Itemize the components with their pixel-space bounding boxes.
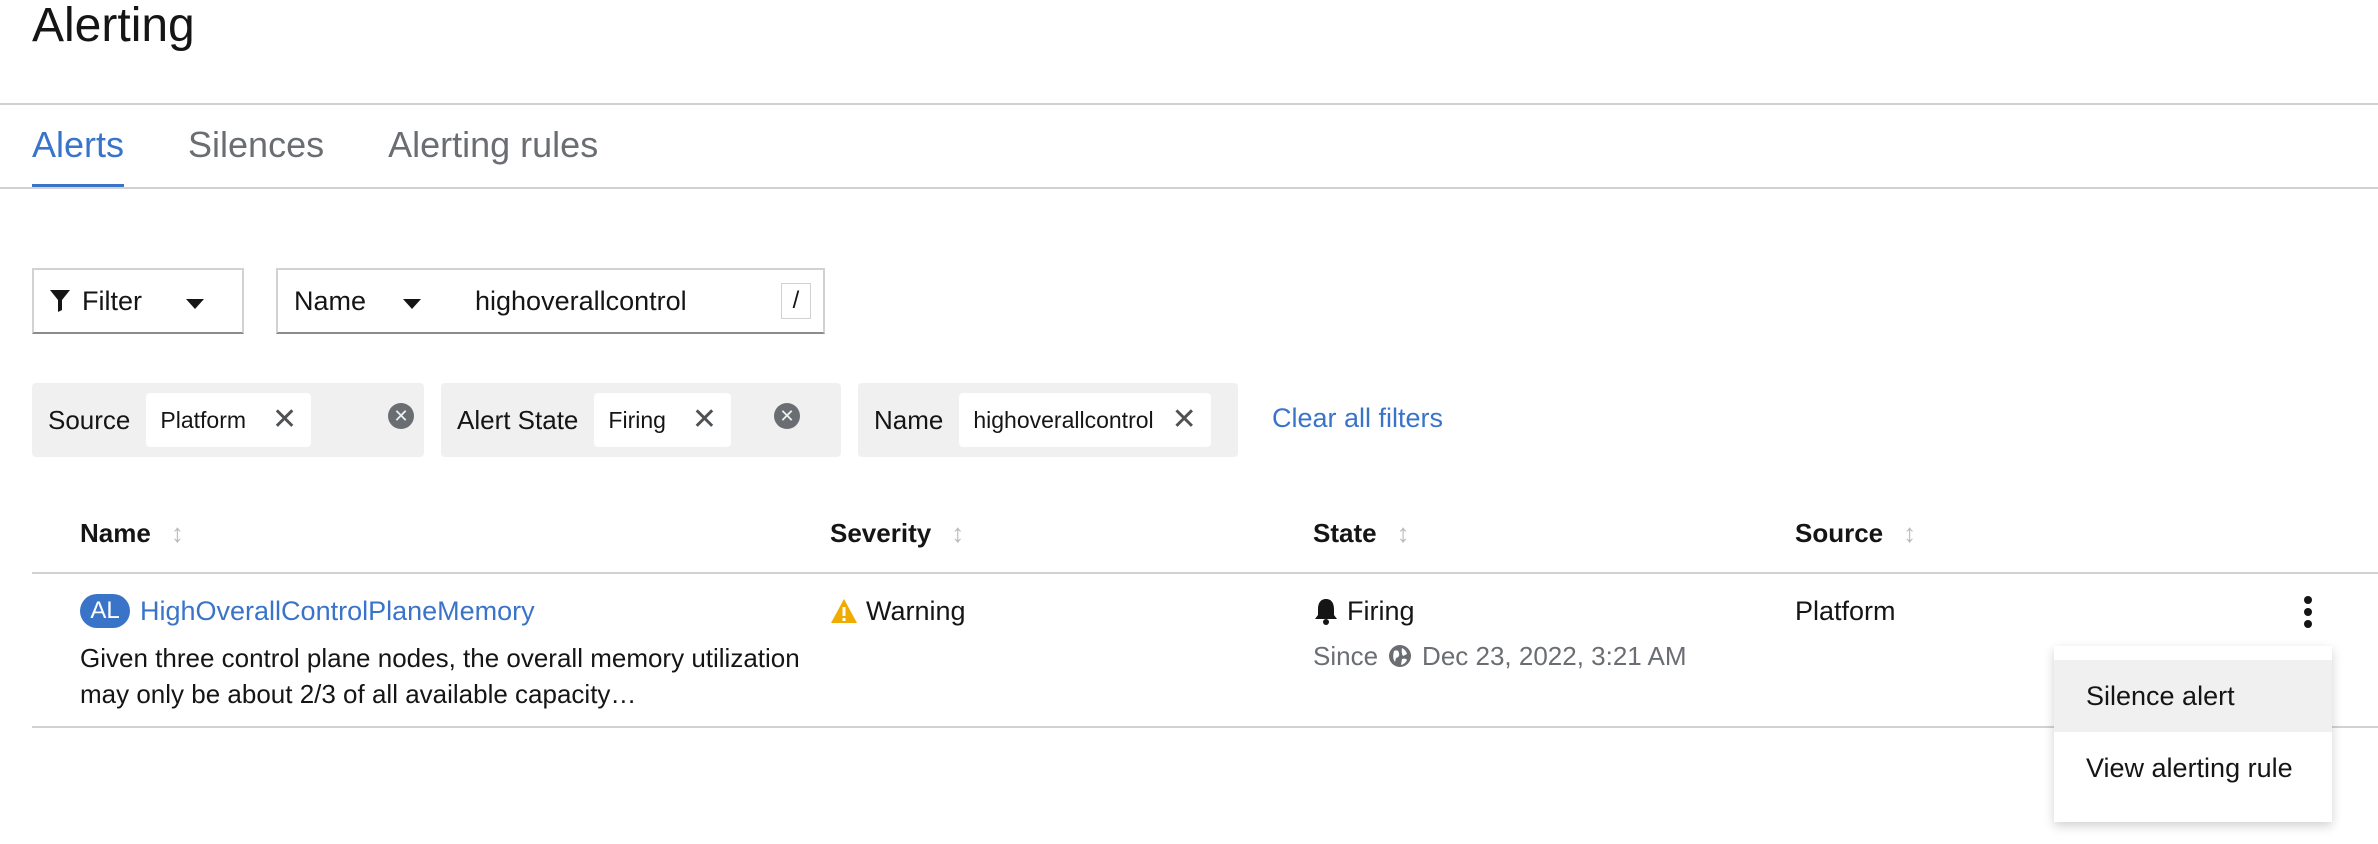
since-time: Dec 23, 2022, 3:21 AM <box>1422 641 1687 671</box>
caret-down-icon <box>186 299 204 309</box>
title-divider <box>0 103 2378 105</box>
filter-icon <box>50 290 70 312</box>
attribute-dropdown[interactable]: Name <box>276 268 460 334</box>
filter-chip: highoverallcontrol ✕ <box>959 393 1211 447</box>
chip-group-category: Source <box>48 404 131 435</box>
tab-alerts[interactable]: Alerts <box>32 118 125 188</box>
row-actions-menu: Silence alert View alerting rule <box>2054 646 2332 822</box>
row-divider <box>32 726 2378 728</box>
chip-group-category: Name <box>874 404 944 435</box>
circle-close-icon[interactable]: ✕ <box>388 403 414 429</box>
close-icon[interactable]: ✕ <box>1172 405 1197 435</box>
alert-name-link[interactable]: HighOverallControlPlaneMemory <box>140 594 535 628</box>
column-header-state[interactable]: State ↕ <box>1313 518 1410 549</box>
chip-group-source: Source Platform ✕ ✕ <box>32 383 424 457</box>
state-label: Firing <box>1347 596 1415 626</box>
sort-icon: ↕ <box>1903 518 1917 548</box>
column-header-label: Name <box>80 518 151 548</box>
close-icon[interactable]: ✕ <box>692 405 717 435</box>
attribute-dropdown-label: Name <box>294 285 367 316</box>
sort-icon: ↕ <box>1396 518 1410 548</box>
alert-description: Given three control plane nodes, the ove… <box>80 643 800 709</box>
source-cell: Platform <box>1795 596 1896 626</box>
menu-item-view-alerting-rule[interactable]: View alerting rule <box>2054 732 2332 804</box>
bell-icon <box>1315 599 1337 625</box>
alert-badge: AL <box>80 594 130 628</box>
column-header-severity[interactable]: Severity ↕ <box>830 518 964 549</box>
state-since: Since Dec 23, 2022, 3:21 AM <box>1313 638 1687 674</box>
column-header-name[interactable]: Name ↕ <box>80 518 184 549</box>
sort-icon: ↕ <box>170 518 184 548</box>
sort-icon: ↕ <box>951 518 965 548</box>
column-header-label: State <box>1313 518 1377 548</box>
clear-all-filters-link[interactable]: Clear all filters <box>1272 403 1443 434</box>
chip-group-name: Name highoverallcontrol ✕ <box>858 383 1238 457</box>
kebab-icon[interactable] <box>2296 592 2320 632</box>
chip-label: Platform <box>160 406 247 433</box>
state-cell: Firing <box>1313 594 1415 628</box>
severity-cell: Warning <box>830 594 966 628</box>
warning-icon <box>831 599 857 623</box>
filter-chip: Platform ✕ <box>146 393 312 447</box>
filter-dropdown[interactable]: Filter <box>32 268 244 334</box>
globe-icon <box>1389 645 1412 667</box>
column-header-label: Severity <box>830 518 932 548</box>
menu-item-silence-alert[interactable]: Silence alert <box>2054 660 2332 732</box>
table-head-divider <box>32 572 2378 574</box>
tab-alerting-rules[interactable]: Alerting rules <box>388 118 598 188</box>
filter-dropdown-label: Filter <box>82 285 142 316</box>
since-label: Since <box>1313 641 1379 671</box>
chip-group-alert-state: Alert State Firing ✕ ✕ <box>441 383 841 457</box>
severity-label: Warning <box>866 596 966 626</box>
chip-label: Firing <box>608 406 666 433</box>
shortcut-hint: / <box>781 283 811 319</box>
tabs-divider <box>0 187 2378 189</box>
filter-chip: Firing ✕ <box>594 393 732 447</box>
column-header-label: Source <box>1795 518 1884 548</box>
tab-silences[interactable]: Silences <box>188 118 324 188</box>
caret-down-icon <box>403 299 421 309</box>
chip-group-category: Alert State <box>457 404 579 435</box>
circle-close-icon[interactable]: ✕ <box>774 403 800 429</box>
page-title: Alerting <box>32 0 195 52</box>
column-header-source[interactable]: Source ↕ <box>1795 518 1916 549</box>
tab-bar: Alerts Silences Alerting rules <box>32 118 662 188</box>
chip-label: highoverallcontrol <box>973 406 1154 433</box>
close-icon[interactable]: ✕ <box>272 405 297 435</box>
search-input[interactable] <box>459 268 825 334</box>
